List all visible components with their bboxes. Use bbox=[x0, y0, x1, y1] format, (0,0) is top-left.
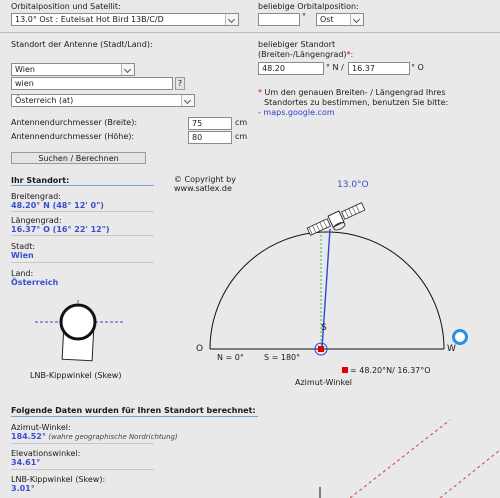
skew-label: LNB-Kippwinkel (Skew): bbox=[11, 475, 106, 484]
divider bbox=[11, 443, 154, 444]
latitude-value: 48.20° N (48° 12' 0") bbox=[11, 201, 104, 210]
country-select[interactable]: Österreich (at) bbox=[11, 94, 195, 107]
city-select[interactable]: Wien bbox=[11, 63, 135, 76]
city-input[interactable]: wien bbox=[11, 77, 173, 90]
custom-location-sublabel: (Breiten-/Längengrad)*: bbox=[258, 50, 353, 59]
city-input-value: wien bbox=[15, 79, 34, 88]
dish-width-unit: cm bbox=[235, 118, 248, 127]
chevron-down-icon[interactable] bbox=[181, 95, 194, 106]
skew-caption: LNB-Kippwinkel (Skew) bbox=[30, 371, 122, 380]
west-label: W bbox=[447, 344, 456, 354]
latitude-input-value: 48.20 bbox=[262, 64, 285, 73]
custom-location-sublabel-text: (Breiten-/Längengrad) bbox=[258, 50, 347, 59]
east-label: O bbox=[196, 344, 204, 354]
country-select-value: Österreich (at) bbox=[15, 96, 74, 105]
legend-text: = 48.20°N/ 16.37°O bbox=[350, 366, 431, 375]
south-label: S bbox=[321, 323, 327, 333]
custom-orbit-input[interactable] bbox=[258, 13, 300, 26]
note-line2: Standortes zu bestimmen, benutzen Sie bi… bbox=[264, 98, 449, 107]
divider bbox=[11, 469, 154, 470]
copyright-line2: www.satlex.de bbox=[174, 184, 232, 193]
divider bbox=[11, 211, 154, 212]
azimuth-diagram bbox=[209, 202, 445, 373]
azimuth-value: 184.52° bbox=[11, 432, 46, 441]
lnb-ring bbox=[59, 303, 97, 341]
chevron-down-icon[interactable] bbox=[121, 64, 134, 75]
dish-width-input[interactable]: 75 bbox=[188, 117, 232, 130]
satellite-select[interactable]: 13.0° Ost : Eutelsat Hot Bird 13B/C/D bbox=[11, 13, 239, 26]
horizon-arc bbox=[209, 231, 445, 350]
location-label: Standort der Antenne (Stadt/Land): bbox=[11, 40, 153, 49]
azimuth-result: 184.52° (wahre geographische Nordrichtun… bbox=[11, 432, 178, 441]
skew-value: 3.01° bbox=[11, 484, 35, 493]
longitude-unit: ° O bbox=[411, 63, 424, 72]
legend-marker bbox=[342, 367, 348, 373]
azimuth-label: Azimut-Winkel: bbox=[11, 423, 71, 432]
latitude-input[interactable]: 48.20 bbox=[258, 62, 324, 75]
azimuth-caption: Azimut-Winkel bbox=[295, 378, 352, 387]
city-select-value: Wien bbox=[15, 65, 35, 74]
longitude-label: Längengrad: bbox=[11, 216, 62, 225]
direction-select-value: Ost bbox=[320, 15, 334, 24]
dish-height-input[interactable]: 80 bbox=[188, 131, 232, 144]
custom-orbit-label: beliebige Orbitalposition: bbox=[258, 2, 359, 11]
orbit-label: Orbitalposition und Satellit: bbox=[11, 2, 121, 11]
required-mark: *: bbox=[346, 50, 354, 59]
degree-symbol: ° bbox=[302, 12, 306, 21]
location-marker bbox=[318, 346, 324, 352]
city-value: Wien bbox=[11, 251, 34, 260]
latitude-unit: ° N / bbox=[326, 63, 344, 72]
dish-height-unit: cm bbox=[235, 132, 248, 141]
search-button[interactable]: Suchen / Berechnen bbox=[11, 152, 146, 164]
elevation-label: Elevationswinkel: bbox=[11, 449, 81, 458]
title-underline bbox=[11, 416, 258, 417]
divider bbox=[0, 32, 500, 33]
divider bbox=[11, 235, 154, 236]
ring-icon bbox=[452, 329, 468, 345]
help-button[interactable]: ? bbox=[175, 77, 185, 90]
azimuth-note: (wahre geographische Nordrichtung) bbox=[48, 433, 178, 441]
custom-location-label: beliebiger Standort bbox=[258, 40, 336, 49]
skew-diagram bbox=[35, 300, 125, 362]
elevation-diagram bbox=[319, 419, 500, 498]
longitude-input[interactable]: 16.37 bbox=[348, 62, 410, 75]
orbit-degree-label: 13.0°O bbox=[337, 180, 369, 190]
chevron-down-icon[interactable] bbox=[350, 14, 363, 25]
elevation-line bbox=[349, 419, 451, 498]
dish-height-label: Antennendurchmesser (Höhe): bbox=[11, 132, 135, 141]
elevation-line bbox=[439, 449, 500, 498]
title-underline bbox=[11, 185, 154, 186]
south-180-label: S = 180° bbox=[264, 353, 301, 362]
results-title: Folgende Daten wurden für Ihren Standort… bbox=[11, 406, 256, 415]
dish-width-label: Antennendurchmesser (Breite): bbox=[11, 118, 138, 127]
dish-width-value: 75 bbox=[192, 119, 203, 128]
dish-height-value: 80 bbox=[192, 133, 203, 142]
longitude-input-value: 16.37 bbox=[352, 64, 375, 73]
country-value: Österreich bbox=[11, 278, 59, 287]
note-line1: * Um den genauen Breiten- / Längengrad I… bbox=[258, 88, 446, 97]
city-label: Stadt: bbox=[11, 242, 36, 251]
your-location-title: Ihr Standort: bbox=[11, 176, 70, 185]
divider bbox=[11, 262, 154, 263]
note-star: * bbox=[258, 88, 262, 97]
note-line1-text: Um den genauen Breiten- / Längengrad Ihr… bbox=[264, 88, 446, 97]
country-label: Land: bbox=[11, 269, 34, 278]
latitude-label: Breitengrad: bbox=[11, 192, 61, 201]
elevation-value: 34.61° bbox=[11, 458, 41, 467]
longitude-value: 16.37° O (16° 22' 12") bbox=[11, 225, 110, 234]
copyright-line1: © Copyright by bbox=[174, 175, 236, 184]
satellite-icon bbox=[306, 202, 366, 236]
direction-select[interactable]: Ost bbox=[316, 13, 364, 26]
chevron-down-icon[interactable] bbox=[225, 14, 238, 25]
maps-link[interactable]: - maps.google.com bbox=[258, 108, 335, 117]
north-zero-label: N = 0° bbox=[217, 353, 244, 362]
satellite-select-value: 13.0° Ost : Eutelsat Hot Bird 13B/C/D bbox=[15, 15, 164, 24]
